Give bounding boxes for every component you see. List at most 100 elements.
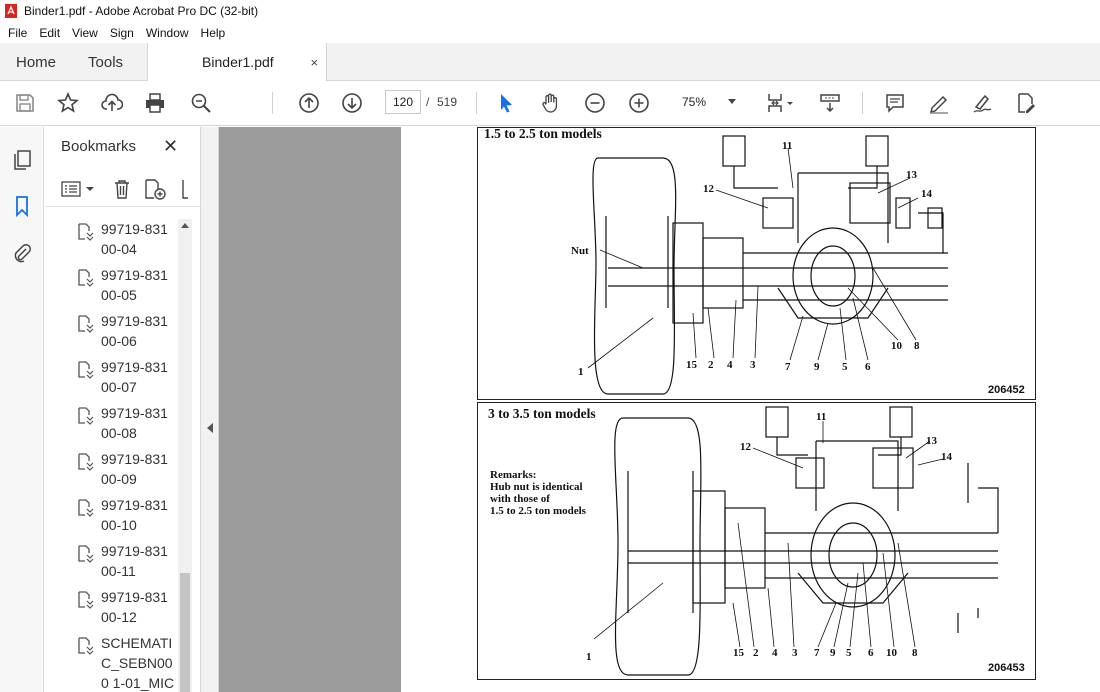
- tab-home[interactable]: Home: [0, 43, 72, 81]
- menu-edit[interactable]: Edit: [33, 26, 66, 40]
- page-up-icon[interactable]: [297, 91, 321, 115]
- callout-14: 14: [921, 188, 932, 200]
- callout-10: 10: [886, 647, 897, 659]
- bookmark-item[interactable]: 99719-831 00-04: [45, 219, 179, 265]
- callout-8: 8: [914, 340, 920, 352]
- bookmark-page-icon: [78, 269, 94, 287]
- delete-bookmark-icon[interactable]: [112, 178, 132, 200]
- zoom-out-icon[interactable]: [583, 91, 607, 115]
- bookmark-tool-overflow-icon[interactable]: [181, 178, 189, 200]
- attachments-paperclip-icon[interactable]: [10, 241, 34, 265]
- bookmark-label: 99719-831 00-04: [101, 221, 168, 257]
- callout-7: 7: [785, 361, 791, 373]
- callout-12: 12: [703, 183, 714, 195]
- page-total: 519: [437, 95, 458, 109]
- page-down-icon[interactable]: [340, 91, 364, 115]
- toolbar-divider: [272, 92, 273, 114]
- bookmarks-panel-icon[interactable]: [10, 194, 34, 218]
- new-bookmark-icon[interactable]: [143, 178, 167, 200]
- bookmark-item[interactable]: 99719-831 00-08: [45, 403, 179, 449]
- acrobat-app-icon: [5, 4, 17, 18]
- callout-3: 3: [750, 359, 756, 371]
- callout-4: 4: [772, 647, 778, 659]
- bookmarks-close-icon[interactable]: ✕: [163, 136, 178, 157]
- zoom-level-select[interactable]: 75%: [666, 90, 744, 114]
- zoom-search-icon[interactable]: [189, 91, 213, 115]
- callout-15: 15: [733, 647, 744, 659]
- edit-pdf-icon[interactable]: [1014, 91, 1038, 115]
- bookmark-item[interactable]: 99719-831 00-05: [45, 265, 179, 311]
- callout-12: 12: [740, 441, 751, 453]
- menu-sign[interactable]: Sign: [104, 26, 140, 40]
- menu-bar: File Edit View Sign Window Help: [0, 22, 1100, 43]
- callout-6: 6: [868, 647, 874, 659]
- bookmark-item[interactable]: 99719-831 00-11: [45, 541, 179, 587]
- scroll-up-icon[interactable]: [181, 223, 189, 228]
- print-icon[interactable]: [143, 91, 167, 115]
- collapse-panel-icon[interactable]: [207, 423, 213, 433]
- bookmark-label: 99719-831 00-08: [101, 405, 168, 441]
- callout-5: 5: [846, 647, 852, 659]
- bookmark-label: 99719-831 00-09: [101, 451, 168, 487]
- callout-15: 15: [686, 359, 697, 371]
- tab-tools[interactable]: Tools: [72, 43, 139, 81]
- tab-close-icon[interactable]: ×: [310, 55, 318, 70]
- callout-13: 13: [926, 435, 937, 447]
- bookmarks-scrollbar[interactable]: [178, 219, 192, 692]
- callout-nut: Nut: [571, 245, 589, 257]
- bookmark-item[interactable]: SCHEMATI C_SEBN000 1-01_MICH: [45, 633, 179, 692]
- panel-collapse-gutter[interactable]: [201, 127, 219, 692]
- upload-cloud-icon[interactable]: [100, 91, 124, 115]
- callout-9: 9: [830, 647, 836, 659]
- highlight-icon[interactable]: [927, 91, 951, 115]
- bookmark-item[interactable]: 99719-831 00-09: [45, 449, 179, 495]
- document-viewport[interactable]: 1.5 to 2.5 ton models 206452 Nut 1 15 2 …: [219, 126, 1100, 692]
- bookmark-item[interactable]: 99719-831 00-12: [45, 587, 179, 633]
- toolbar-divider: [862, 92, 863, 114]
- bookmark-star-icon[interactable]: [56, 91, 80, 115]
- menu-file[interactable]: File: [0, 26, 33, 40]
- tab-document[interactable]: Binder1.pdf ×: [147, 43, 328, 81]
- figure-2: 3 to 3.5 ton models 206453 Remarks: Hub …: [477, 402, 1036, 680]
- bookmark-item[interactable]: 99719-831 00-10: [45, 495, 179, 541]
- axle-cross-section-drawing-2: [593, 406, 999, 676]
- bookmark-page-icon: [78, 223, 94, 241]
- draw-icon[interactable]: [970, 91, 994, 115]
- page-number-input[interactable]: 120: [385, 90, 421, 114]
- page-separator: /: [426, 95, 430, 109]
- bookmarks-title: Bookmarks: [61, 138, 137, 155]
- bookmark-page-icon: [78, 315, 94, 333]
- bookmark-label: 99719-831 00-05: [101, 267, 168, 303]
- title-bar: Binder1.pdf - Adobe Acrobat Pro DC (32-b…: [0, 0, 1100, 22]
- hand-icon[interactable]: [539, 91, 563, 115]
- bookmark-options-icon[interactable]: [61, 180, 97, 198]
- callout-3: 3: [792, 647, 798, 659]
- bookmark-item[interactable]: 99719-831 00-07: [45, 357, 179, 403]
- callout-2: 2: [753, 647, 759, 659]
- menu-help[interactable]: Help: [195, 26, 232, 40]
- bookmark-page-icon: [78, 545, 94, 563]
- zoom-in-icon[interactable]: [627, 91, 651, 115]
- bookmark-label: 99719-831 00-12: [101, 589, 168, 625]
- fit-page-icon[interactable]: [763, 91, 797, 115]
- bookmark-label: 99719-831 00-10: [101, 497, 168, 533]
- axle-cross-section-drawing-1: [587, 135, 948, 395]
- page-thumbnails-icon[interactable]: [10, 148, 34, 172]
- callout-2: 2: [708, 359, 714, 371]
- pdf-page: 1.5 to 2.5 ton models 206452 Nut 1 15 2 …: [401, 126, 1100, 692]
- callout-1: 1: [578, 366, 584, 378]
- bookmark-page-icon: [78, 499, 94, 517]
- select-arrow-icon[interactable]: [494, 91, 518, 115]
- bookmark-label: 99719-831 00-11: [101, 543, 168, 579]
- menu-window[interactable]: Window: [140, 26, 195, 40]
- comment-icon[interactable]: [883, 91, 907, 115]
- scroll-mode-icon[interactable]: [818, 91, 842, 115]
- save-icon[interactable]: [13, 91, 37, 115]
- menu-view[interactable]: View: [66, 26, 104, 40]
- bookmark-label: 99719-831 00-07: [101, 359, 168, 395]
- bookmark-item[interactable]: 99719-831 00-06: [45, 311, 179, 357]
- scrollbar-thumb[interactable]: [180, 573, 190, 692]
- callout-11: 11: [816, 411, 827, 423]
- callout-8: 8: [912, 647, 918, 659]
- callout-11: 11: [782, 140, 793, 152]
